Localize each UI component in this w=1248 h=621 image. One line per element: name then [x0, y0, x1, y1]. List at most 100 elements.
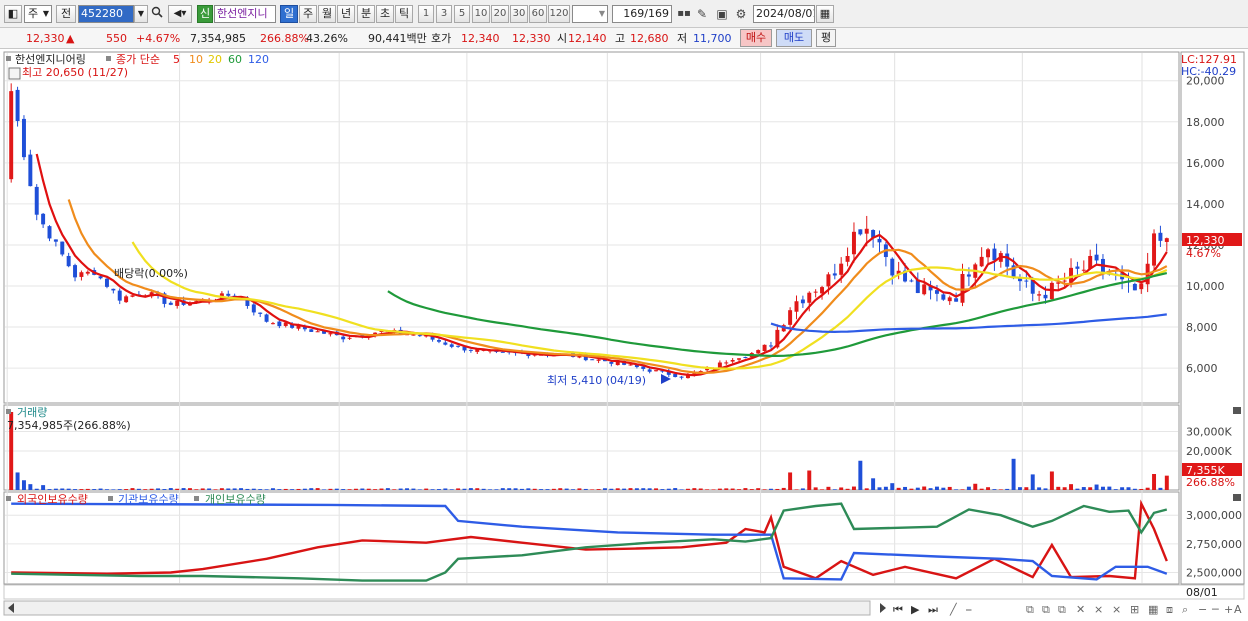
- volume-bar: [462, 488, 467, 490]
- panel-close-icon[interactable]: [1233, 407, 1241, 414]
- candle-body: [826, 274, 831, 287]
- volume-bar: [1081, 487, 1086, 490]
- volume-bar: [692, 488, 697, 490]
- zoom-bar-icon[interactable]: ─: [1211, 603, 1219, 616]
- tab-daily[interactable]: 일: [280, 5, 298, 23]
- candle-body: [411, 334, 416, 336]
- zoom-out-icon[interactable]: −: [1198, 603, 1207, 616]
- market-select[interactable]: 주 ▼: [24, 5, 52, 23]
- x-axis-end-label: 08/01: [1186, 586, 1218, 599]
- gear-icon[interactable]: ⚙: [733, 6, 749, 22]
- ma-20-label: 20: [208, 53, 222, 66]
- tab-monthly[interactable]: 월: [318, 5, 336, 23]
- volume-bar: [602, 488, 607, 490]
- volume-bar: [1005, 488, 1010, 490]
- stock-name-field[interactable]: 한선엔지니: [214, 5, 276, 23]
- layout-icon[interactable]: ⧉: [1026, 603, 1034, 616]
- date-input[interactable]: 2024/08/01: [753, 5, 815, 23]
- minute-option-20[interactable]: 20: [491, 5, 509, 23]
- buy-button[interactable]: 매수: [740, 29, 772, 47]
- tab-second[interactable]: 초: [376, 5, 394, 23]
- volume-bar: [481, 488, 486, 490]
- candle-body: [347, 337, 352, 339]
- sell-button[interactable]: 매도: [776, 29, 812, 47]
- tab-minute[interactable]: 분: [357, 5, 375, 23]
- panel-close-icon[interactable]: [1233, 494, 1241, 501]
- calendar-icon[interactable]: [8, 67, 21, 80]
- volume-bar: [111, 489, 116, 490]
- crosshair-icon[interactable]: ⨯: [1112, 603, 1121, 616]
- layout-icon[interactable]: ⧉: [1042, 603, 1050, 616]
- line-tool-icon[interactable]: ╱: [949, 602, 958, 616]
- eval-button[interactable]: 평: [816, 29, 836, 47]
- candle-body: [1043, 294, 1048, 299]
- holding-panel[interactable]: [3, 491, 1180, 585]
- crosshair-icon[interactable]: ⨯: [1094, 603, 1103, 616]
- volume-bar: [539, 489, 544, 490]
- search-icon[interactable]: [149, 6, 165, 22]
- crosshair-icon[interactable]: ✕: [1076, 603, 1085, 616]
- draw-tool-icon[interactable]: ✎: [694, 6, 710, 22]
- volume-bar: [385, 488, 390, 490]
- tab-tick[interactable]: 틱: [395, 5, 413, 23]
- price-panel[interactable]: [3, 51, 1180, 404]
- minute-option-5[interactable]: 5: [454, 5, 470, 23]
- volume-bar: [60, 488, 65, 490]
- volume-bar: [545, 489, 550, 490]
- play-icon[interactable]: ▶: [911, 603, 920, 616]
- compare-icon[interactable]: ⧉: [1058, 603, 1066, 616]
- volume-ratio: 266.88%: [260, 32, 309, 45]
- candle-body: [456, 345, 461, 347]
- minute-option-120[interactable]: 120: [548, 5, 570, 23]
- volume-bar: [986, 487, 991, 490]
- candle-body: [117, 290, 122, 301]
- first-page-icon[interactable]: ⏮: [893, 603, 903, 616]
- tab-yearly[interactable]: 년: [337, 5, 355, 23]
- volume-panel[interactable]: [3, 404, 1180, 491]
- stock-code-input[interactable]: 452280: [78, 5, 134, 23]
- last-page-icon[interactable]: ⏭: [928, 603, 938, 616]
- minute-option-10[interactable]: 10: [472, 5, 490, 23]
- volume-bar: [820, 489, 825, 490]
- minute-option-1[interactable]: 1: [418, 5, 434, 23]
- tab-weekly[interactable]: 주: [299, 5, 317, 23]
- sound-icon[interactable]: ◀▾: [168, 5, 192, 23]
- minute-option-30[interactable]: 30: [510, 5, 528, 23]
- horizontal-scrollbar[interactable]: [3, 600, 871, 616]
- minute-option-60[interactable]: 60: [529, 5, 547, 23]
- data-count-field[interactable]: 169/169: [612, 5, 672, 23]
- volume-bar: [947, 486, 952, 490]
- calendar-icon[interactable]: ▦: [816, 5, 834, 23]
- scroll-right-icon[interactable]: [880, 603, 886, 613]
- range-button[interactable]: 전: [56, 5, 76, 23]
- candle-body: [966, 274, 971, 277]
- tile-icon[interactable]: ▦: [1148, 603, 1158, 616]
- tile-icon[interactable]: ⊞: [1130, 603, 1139, 616]
- zoom-icon[interactable]: ⌕: [1182, 603, 1188, 616]
- tile-icon[interactable]: ⧈: [1166, 603, 1173, 616]
- save-icon[interactable]: ▣: [714, 6, 730, 22]
- volume-bar: [915, 487, 920, 490]
- candle-body: [807, 292, 812, 303]
- interval-input[interactable]: ▼: [572, 5, 608, 23]
- window-menu-icon[interactable]: ◧: [4, 5, 22, 23]
- chevron-down-icon: ▼: [598, 9, 605, 18]
- link-icon[interactable]: ▪▪: [676, 6, 692, 22]
- font-size-icon[interactable]: A: [1234, 603, 1242, 616]
- candle-body: [960, 274, 965, 303]
- zoom-in-icon[interactable]: +: [1224, 603, 1233, 616]
- volume-bar: [456, 488, 461, 490]
- turnover-rate: 43.26%: [306, 32, 348, 45]
- line-tool-icon[interactable]: ⎯: [966, 603, 972, 616]
- minute-option-3[interactable]: 3: [436, 5, 452, 23]
- price-tick-label: 16,000: [1186, 157, 1225, 170]
- candle-body: [813, 291, 818, 293]
- stock-chart[interactable]: 2023/112024/01020304050607086,0008,00010…: [0, 49, 1248, 621]
- code-dropdown-icon[interactable]: ▼: [134, 5, 148, 23]
- candle-body: [832, 273, 837, 276]
- volume-bar: [398, 488, 403, 490]
- volume-bar: [730, 488, 735, 490]
- candle-body: [60, 241, 65, 255]
- toolbar: ◧ 주 ▼ 전 452280 ▼ ◀▾ 신 한선엔지니 일 주 월 년 분 초 틱…: [0, 0, 1248, 28]
- volume-bar: [53, 488, 58, 490]
